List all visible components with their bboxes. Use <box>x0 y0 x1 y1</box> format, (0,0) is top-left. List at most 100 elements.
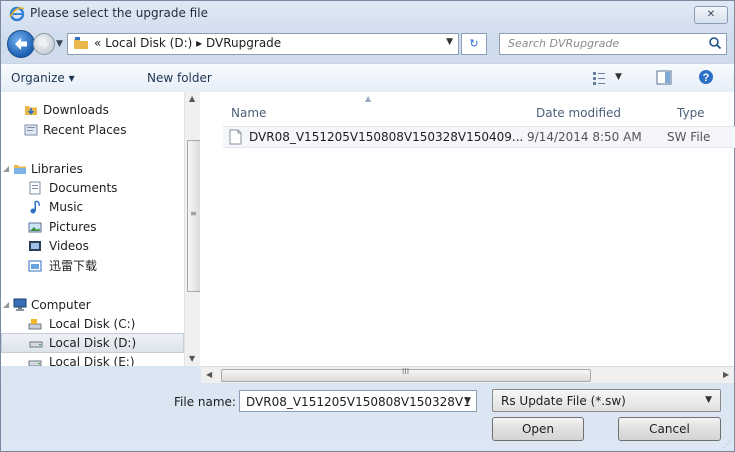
scrollbar-thumb[interactable]: III <box>221 367 591 382</box>
disk-c-icon <box>28 319 42 330</box>
nav-item-local-disk-c[interactable]: Local Disk (C:) <box>1 314 184 334</box>
view-dropdown-icon[interactable]: ▼ <box>615 72 622 82</box>
downloads-folder-icon <box>25 106 37 115</box>
recent-pages-dropdown-icon[interactable]: ▼ <box>56 39 63 49</box>
nav-item-label: Local Disk (E:) <box>49 355 135 366</box>
nav-item-label: Recent Places <box>43 123 127 137</box>
scroll-down-arrow-icon[interactable]: ▼ <box>189 354 195 363</box>
pictures-icon <box>28 222 42 233</box>
back-button[interactable] <box>7 30 35 58</box>
videos-icon <box>29 241 41 251</box>
svg-text:?: ? <box>703 72 710 84</box>
search-icon[interactable] <box>708 36 722 50</box>
nav-item-label: Downloads <box>43 103 109 117</box>
nav-item-local-disk-e[interactable]: Local Disk (E:) <box>1 352 184 366</box>
nav-item-music[interactable]: Music <box>1 197 184 217</box>
file-name-label: File name: <box>174 395 236 409</box>
nav-item-label: Videos <box>49 239 89 253</box>
nav-item-label: Computer <box>31 298 91 312</box>
scroll-right-arrow-icon[interactable]: ▶ <box>723 370 729 379</box>
computer-icon <box>13 298 27 311</box>
expand-arrow-icon[interactable]: ◢ <box>3 159 9 179</box>
nav-item-pictures[interactable]: Pictures <box>1 217 184 237</box>
scrollbar-grip-icon: ≡ <box>190 209 197 218</box>
recent-places-icon <box>24 124 38 136</box>
scroll-up-arrow-icon[interactable]: ▲ <box>189 94 195 103</box>
nav-item-downloads[interactable]: Downloads <box>1 100 184 120</box>
file-type-cell: SW File <box>667 130 711 144</box>
nav-pane-scrollbar[interactable]: ▲ ≡ ▼ <box>184 92 200 366</box>
download-folder-icon <box>28 260 42 272</box>
column-header-name[interactable]: Name <box>231 106 266 120</box>
nav-item-label: Documents <box>49 181 118 195</box>
organize-button[interactable]: Organize ▾ <box>11 71 75 85</box>
new-folder-button[interactable]: New folder <box>147 71 212 85</box>
search-box[interactable]: Search DVRupgrade <box>499 33 727 55</box>
file-name-dropdown-icon[interactable]: ▼ <box>464 396 471 406</box>
breadcrumb-separator-icon[interactable]: ▸ <box>196 36 202 50</box>
nav-item-label: Libraries <box>31 162 83 176</box>
file-name-cell: DVR08_V151205V150808V150328V150409... <box>249 130 524 144</box>
cancel-button[interactable]: Cancel <box>618 417 721 441</box>
nav-item-recent-places[interactable]: Recent Places <box>1 120 184 140</box>
scrollbar-track[interactable]: ◀ III ▶ <box>201 366 734 383</box>
back-arrow-icon <box>15 38 27 50</box>
search-input[interactable]: Search DVRupgrade <box>508 37 619 50</box>
file-list-pane: ▲ Name Date modified Type DVR08_V151205V… <box>201 92 735 366</box>
nav-item-label: Local Disk (C:) <box>49 317 136 331</box>
breadcrumb-prefix[interactable]: « <box>94 36 101 50</box>
navigation-bar: ▼ « Local Disk (D:) ▸ DVRupgrade ▼ ↻ Sea… <box>1 28 734 58</box>
column-header-date-modified[interactable]: Date modified <box>536 106 621 120</box>
file-date-cell: 9/14/2014 8:50 AM <box>527 130 642 144</box>
expand-arrow-icon[interactable]: ◢ <box>3 295 9 315</box>
nav-item-label: Pictures <box>49 220 97 234</box>
command-bar: Organize ▾ New folder ▼ ? <box>1 63 734 93</box>
table-row[interactable]: DVR08_V151205V150808V150328V150409... 9/… <box>223 126 735 148</box>
address-bar[interactable]: « Local Disk (D:) ▸ DVRupgrade ▼ <box>67 33 459 55</box>
nav-item-local-disk-d[interactable]: Local Disk (D:) <box>1 333 184 353</box>
open-button[interactable]: Open <box>492 417 584 441</box>
scrollbar-thumb[interactable]: ≡ <box>187 140 200 292</box>
music-icon <box>30 200 40 214</box>
file-list-horizontal-scrollbar[interactable]: ◀ III ▶ <box>201 366 734 383</box>
disk-e-icon <box>28 360 42 366</box>
preview-pane-icon[interactable] <box>656 70 672 85</box>
forward-arrow-icon <box>39 39 49 49</box>
filter-dropdown-icon[interactable]: ▼ <box>705 395 712 405</box>
nav-item-xunlei-downloads[interactable]: 迅雷下载 <box>1 256 184 276</box>
refresh-button[interactable]: ↻ <box>461 33 487 55</box>
navigation-pane: Downloads Recent Places ◢ Libraries Docu… <box>1 92 200 366</box>
address-dropdown-icon[interactable]: ▼ <box>446 37 453 47</box>
window-title: Please select the upgrade file <box>30 6 208 20</box>
file-name-field[interactable]: DVR08_V151205V150808V150328V1 <box>246 395 471 409</box>
breadcrumb-local-disk-d[interactable]: Local Disk (D:) <box>105 36 192 50</box>
disk-d-icon <box>29 341 43 348</box>
nav-item-videos[interactable]: Videos <box>1 236 184 256</box>
nav-item-label: Music <box>49 200 84 214</box>
nav-item-libraries[interactable]: ◢ Libraries <box>1 159 184 179</box>
nav-item-computer[interactable]: ◢ Computer <box>1 295 184 315</box>
column-header-type[interactable]: Type <box>677 106 705 120</box>
view-options-icon[interactable] <box>592 71 606 85</box>
file-type-filter-value: Rs Update File (*.sw) <box>501 394 626 408</box>
file-type-filter-dropdown[interactable]: Rs Update File (*.sw) ▼ <box>492 389 721 412</box>
nav-item-label: Local Disk (D:) <box>49 336 137 350</box>
refresh-icon: ↻ <box>469 37 479 50</box>
sort-ascending-icon: ▲ <box>365 94 372 103</box>
folder-icon <box>74 37 88 49</box>
breadcrumb[interactable]: « Local Disk (D:) ▸ DVRupgrade <box>94 36 281 50</box>
libraries-icon <box>14 165 26 174</box>
scroll-left-arrow-icon[interactable]: ◀ <box>206 370 212 379</box>
file-dialog-window: Please select the upgrade file ✕ ▼ « Loc… <box>0 0 735 452</box>
breadcrumb-dvrupgrade[interactable]: DVRupgrade <box>206 36 281 50</box>
content-area: Downloads Recent Places ◢ Libraries Docu… <box>1 92 735 366</box>
close-button[interactable]: ✕ <box>694 6 728 24</box>
dialog-footer: ◀ III ▶ File name: DVR08_V151205V150808V… <box>1 366 734 451</box>
title-bar[interactable]: Please select the upgrade file ✕ <box>1 1 734 27</box>
ie-logo-icon <box>9 6 25 22</box>
resize-grip-icon[interactable]: ⋰ <box>723 440 731 449</box>
file-name-combobox[interactable]: DVR08_V151205V150808V150328V1 ▼ <box>239 390 477 412</box>
nav-item-documents[interactable]: Documents <box>1 178 184 198</box>
help-icon[interactable]: ? <box>698 69 714 85</box>
forward-button[interactable] <box>33 33 55 55</box>
